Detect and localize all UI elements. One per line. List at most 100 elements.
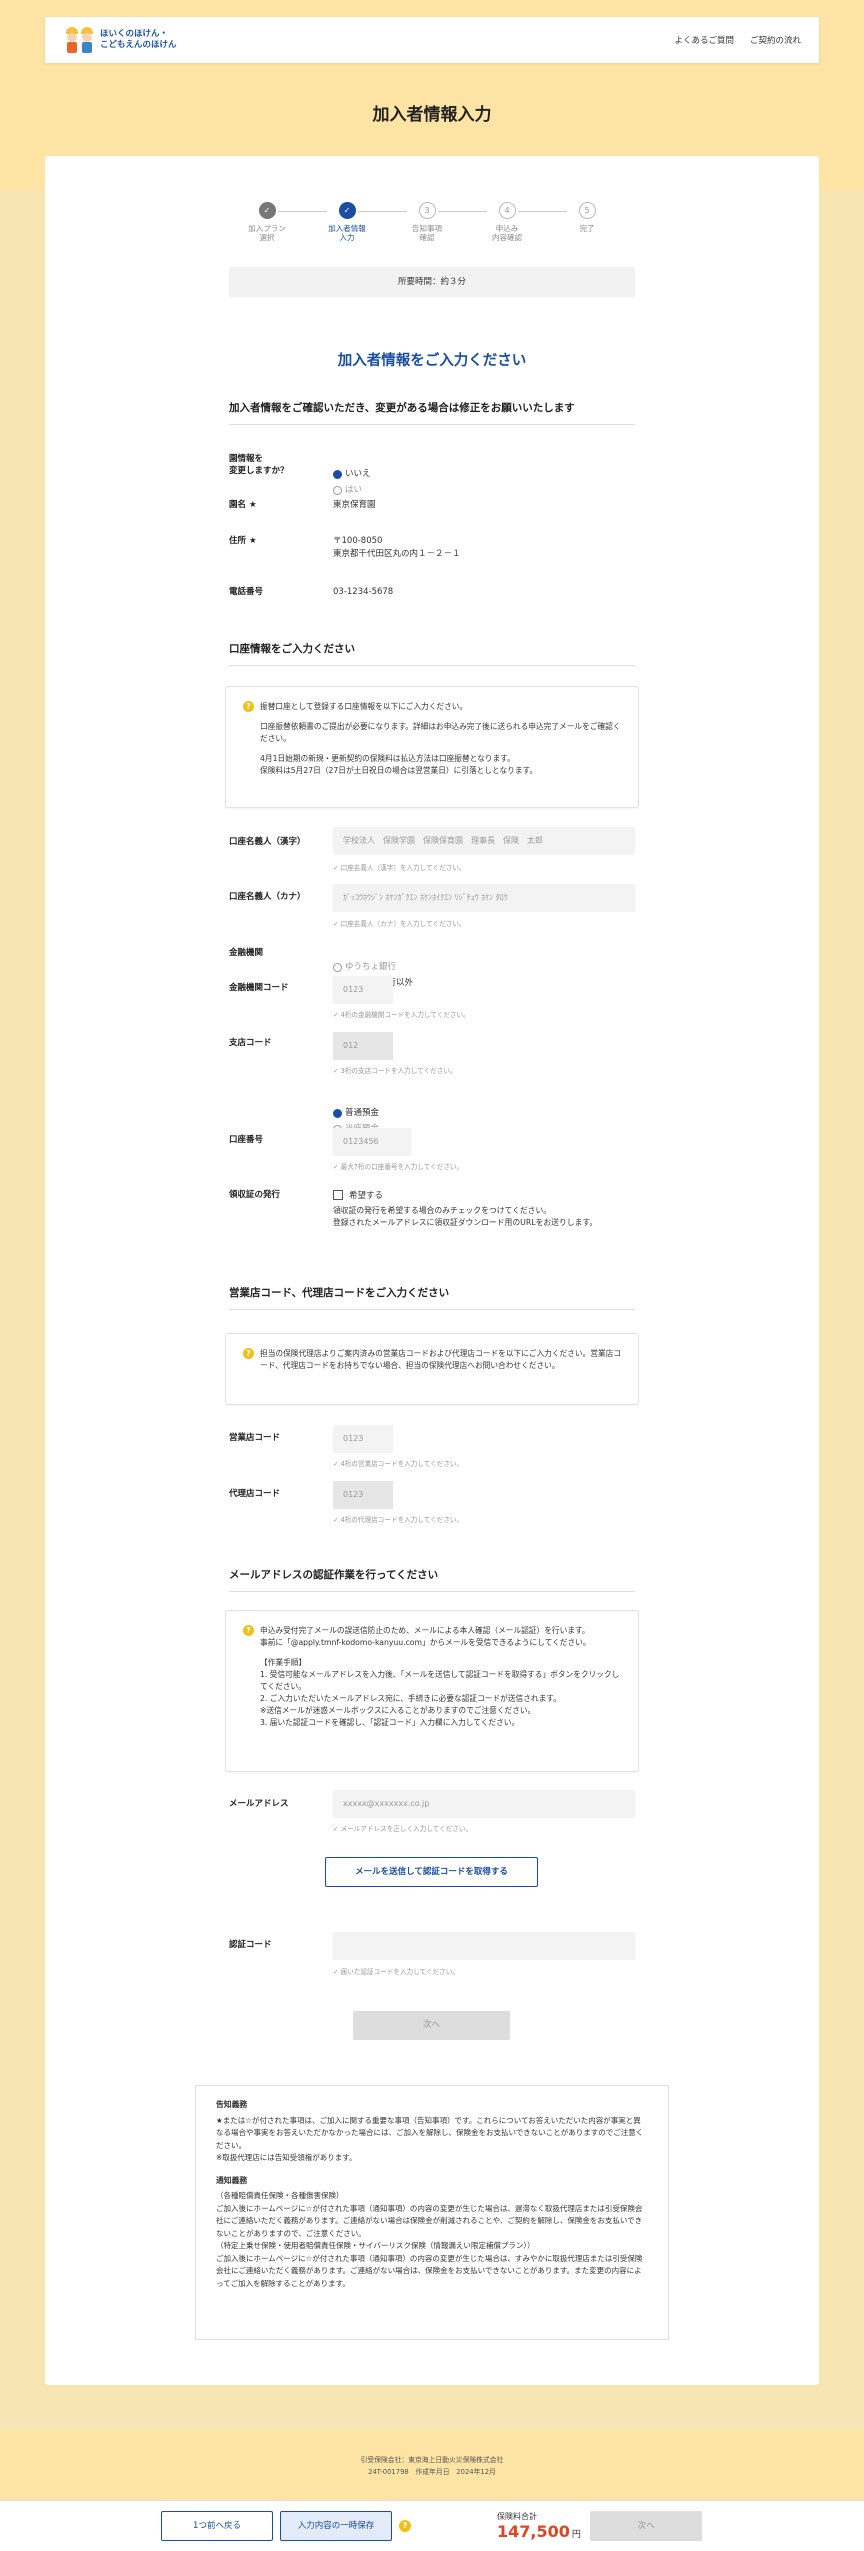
question-icon: ? [243, 701, 254, 712]
next-button[interactable]: 次へ [353, 2011, 510, 2040]
save-draft-button[interactable]: 入力内容の一時保存 [280, 2511, 392, 2541]
question-icon: ? [243, 1625, 254, 1636]
email-label: メールアドレス [229, 1799, 289, 1809]
site-header: ほいくのほけん・ こどもえんのほけん よくあるご質問 ご契約の流れ [45, 17, 819, 63]
codes-notice: ? 担当の保険代理店よりご案内済みの営業店コードおよび代理店コードを以下にご入力… [225, 1333, 639, 1405]
logo-line2: こどもえんのほけん [100, 40, 177, 50]
address-label: 住所 ★ [229, 536, 257, 546]
bank-label: 金融機関 [229, 948, 264, 958]
question-icon: ? [243, 1348, 254, 1359]
footer: 引受保険会社：東京海上日動火災保険株式会社 24T-001798 作成年月日 2… [0, 2430, 864, 2500]
email-input[interactable]: xxxxx@xxxxxxx.co.jp [333, 1790, 635, 1818]
total-value: 147,500 [497, 2522, 570, 2541]
account-no-input[interactable]: 0123456 [333, 1128, 411, 1156]
footer-docno: 24T-001798 作成年月日 2024年12月 [368, 2468, 496, 2476]
radio-yucho-label: ゆうちょ銀行 [345, 962, 397, 972]
total-amount: 147,500 円 [497, 2522, 581, 2541]
notice-text: 担当の保険代理店よりご案内済みの営業店コードおよび代理店コードを以下にご入力くだ… [260, 1349, 622, 1370]
step-number: 3 [418, 202, 436, 219]
progress-steps: ✓ 加入プラン 選択 ✓ 加入者情報 入力 3 告知事項 確認 4 申込み 内容確認 5… [235, 202, 625, 252]
nav-faq-link[interactable]: よくあるご質問 [674, 34, 734, 46]
send-code-button[interactable]: メールを送信して認証コードを取得する [325, 1857, 538, 1887]
auth-code-input[interactable] [333, 1932, 635, 1960]
auth-code-label: 認証コード [229, 1940, 272, 1950]
radio-circle-icon [333, 486, 342, 495]
receipt-note: 領収証の発行を希望する場合のみチェックをつけてください。 登録されたメールアドレ… [333, 1206, 598, 1227]
agent-code-hint: ✓ 4桁の代理店コードを入力してください。 [333, 1516, 464, 1524]
back-button[interactable]: 1つ前へ戻る [161, 2511, 273, 2541]
sales-code-input[interactable]: 0123 [333, 1425, 393, 1453]
main-heading: 加入者情報をご入力ください [337, 353, 527, 369]
help-icon[interactable]: ? [399, 2520, 411, 2532]
disclaimer-text: （各種賠償責任保険・各種傷害保険） ご加入後にホームページに☆が付された事項（通… [216, 2191, 643, 2288]
radio-circle-icon [333, 963, 342, 972]
radio-yucho[interactable]: ゆうちょ銀行 [333, 961, 396, 974]
logo-kids-icon [65, 27, 94, 53]
radio-circle-icon [333, 470, 342, 479]
email-hint: ✓ メールアドレスを正しく入力してください。 [333, 1825, 473, 1833]
page-title: 加入者情報入力 [372, 105, 492, 125]
disclaimer-text: ★または☆が付された事項は、ご加入に関する重要な事項（告知事項）です。これらにつ… [216, 2115, 644, 2163]
step-4: 4 申込み 内容確認 [477, 202, 537, 242]
bank-code-input[interactable]: 0123 [333, 976, 393, 1004]
bottom-next-button[interactable]: 次へ [590, 2511, 702, 2541]
holder-kanji-label: 口座名義人（漢字） [229, 837, 306, 847]
sales-code-hint: ✓ 4桁の営業店コードを入力してください。 [333, 1460, 464, 1468]
form-card [45, 156, 819, 2385]
receipt-check-label: 希望する [349, 1191, 384, 1201]
step-number: 5 [578, 202, 596, 219]
checkbox-box[interactable] [333, 1190, 343, 1200]
account-no-label: 口座番号 [229, 1135, 264, 1145]
holder-kanji-hint: ✓ 口座名義人（漢字）を入力してください。 [333, 864, 466, 872]
branch-code-hint: ✓ 3桁の支店コードを入力してください。 [333, 1067, 457, 1075]
section-title-codes: 営業店コード、代理店コードをご入力ください [229, 1285, 635, 1310]
radio-yes[interactable]: はい [333, 484, 362, 497]
step-number: 4 [498, 202, 516, 219]
step-label: 告知事項 確認 [412, 224, 442, 242]
disclaimer-heading: 通知義務 [216, 2175, 248, 2185]
section-title-applicant: 加入者情報をご確認いただき、変更がある場合は修正をお願いいたします [229, 400, 635, 425]
logo[interactable]: ほいくのほけん・ こどもえんのほけん [65, 27, 177, 53]
radio-no[interactable]: いいえ [333, 468, 371, 481]
step-label: 加入者情報 入力 [328, 224, 366, 242]
step-label: 加入プラン 選択 [248, 224, 286, 242]
notice-text: 口座振替依頼書のご提出が必要になります。詳細はお申込み完了後に送られる申込完了メ… [260, 722, 621, 743]
step-5: 5 完了 [557, 202, 617, 233]
holder-kana-input[interactable]: ｶﾞｯｺｳﾎｳｼﾞﾝ ﾎｹﾝｶﾞｸｴﾝ ﾎｹﾝﾎｲｸｴﾝ ﾘｼﾞﾁｮｳ ﾎｹﾝ … [333, 884, 635, 912]
email-notice: ? 申込み受付完了メールの誤送信防止のため、メールによる本人確認（メール認証）を… [225, 1610, 639, 1772]
change-radio-group: いいえ はい [333, 455, 380, 500]
notice-text: 4月1日始期の新規・更新契約の保険料は払込方法は口座振替となります。 保険料は5… [260, 754, 538, 775]
step-3: 3 告知事項 確認 [397, 202, 457, 242]
disclaimer-box: 告知義務 ★または☆が付された事項は、ご加入に関する重要な事項（告知事項）です。… [195, 2085, 669, 2340]
step-check-icon: ✓ [258, 202, 276, 219]
disclaimer-heading: 告知義務 [216, 2100, 248, 2109]
step-label: 申込み 内容確認 [492, 224, 522, 242]
radio-ordinary[interactable]: 普通預金 [333, 1107, 379, 1120]
bank-code-hint: ✓ 4桁の金融機関コードを入力してください。 [333, 1011, 470, 1019]
account-no-hint: ✓ 最大7桁の口座番号を入力してください。 [333, 1163, 464, 1171]
bank-code-label: 金融機関コード [229, 983, 289, 993]
account-notice: ? 振替口座として登録する口座情報を以下にご入力ください。 口座振替依頼書のご提… [225, 686, 639, 808]
branch-code-label: 支店コード [229, 1038, 272, 1048]
header-nav: よくあるご質問 ご契約の流れ [674, 34, 801, 46]
radio-yes-label: はい [345, 485, 363, 495]
section-title-email: メールアドレスの認証作業を行ってください [229, 1567, 635, 1592]
total-yen: 円 [571, 2530, 581, 2540]
bottom-action-bar: 1つ前へ戻る 入力内容の一時保存 ? 保険料合計 147,500 円 次へ [0, 2500, 864, 2551]
step-label: 完了 [579, 224, 595, 233]
notice-text: 申込み受付完了メールの誤送信防止のため、メールによる本人確認（メール認証）を行い… [260, 1626, 591, 1647]
change-label: 園情報を 変更しますか？ [229, 454, 289, 476]
holder-kana-label: 口座名義人（カナ） [229, 892, 306, 902]
holder-kanji-input[interactable]: 学校法人 保険学園 保険保育園 理事長 保険 太郎 [333, 827, 635, 855]
agent-code-label: 代理店コード [229, 1489, 281, 1499]
step-1: ✓ 加入プラン 選択 [237, 202, 297, 242]
receipt-checkbox[interactable]: 希望する [333, 1189, 383, 1201]
agent-code-input[interactable]: 0123 [333, 1481, 393, 1509]
receipt-label: 領収証の発行 [229, 1190, 281, 1200]
branch-code-input[interactable]: 012 [333, 1032, 393, 1060]
step-2: ✓ 加入者情報 入力 [317, 202, 377, 242]
logo-line1: ほいくのほけん・ [100, 29, 169, 39]
radio-no-label: いいえ [345, 469, 371, 479]
step-check-icon: ✓ [338, 202, 356, 219]
nav-flow-link[interactable]: ご契約の流れ [750, 34, 801, 46]
